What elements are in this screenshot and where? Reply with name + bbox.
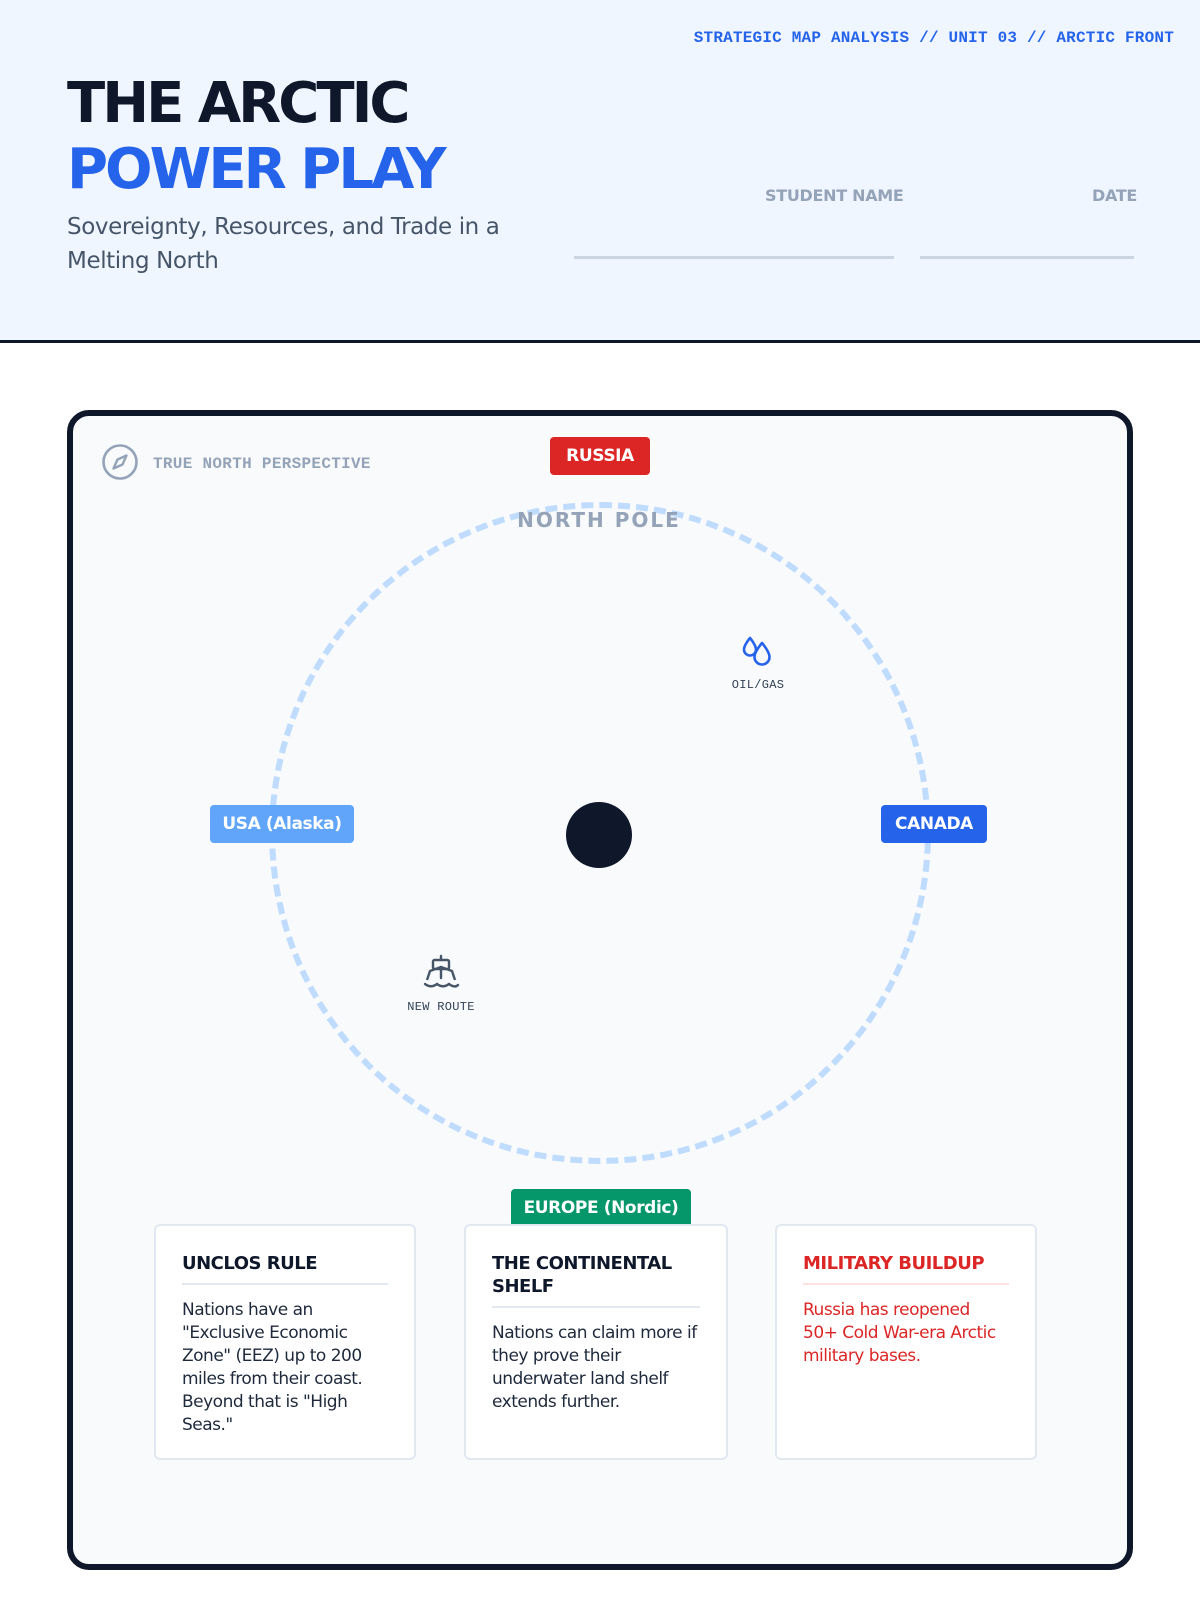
info-card-military-buildup: MILITARY BUILDUP Russia has reopened 50+…: [775, 1224, 1037, 1460]
info-card-unclos: UNCLOS RULE Nations have an "Exclusive E…: [154, 1224, 416, 1460]
nation-label-canada: CANADA: [881, 805, 987, 843]
info-card-title: UNCLOS RULE: [182, 1252, 388, 1285]
info-card-continental-shelf: THE CONTINENTAL SHELF Nations can claim …: [464, 1224, 728, 1460]
perspective-indicator: TRUE NORTH PERSPECTIVE: [101, 443, 371, 486]
perspective-label: TRUE NORTH PERSPECTIVE: [153, 455, 371, 473]
page-title-line-2: POWER PLAY: [67, 137, 447, 202]
student-name-label: STUDENT NAME: [765, 186, 904, 205]
info-card-body: Nations can claim more if they prove the…: [492, 1323, 697, 1412]
ship-icon: [421, 954, 461, 997]
oil-gas-marker: OIL/GAS: [718, 632, 798, 692]
oil-gas-label: OIL/GAS: [731, 678, 785, 692]
date-field[interactable]: [920, 256, 1134, 259]
nation-label-russia: RUSSIA: [550, 437, 650, 475]
nation-label-europe: EUROPE (Nordic): [511, 1189, 691, 1227]
student-name-field[interactable]: [574, 256, 894, 259]
new-route-marker: NEW ROUTE: [396, 954, 486, 1014]
info-card-title: MILITARY BUILDUP: [803, 1252, 1009, 1285]
arctic-map-card: TRUE NORTH PERSPECTIVE NORTH POLE RUSSIA…: [67, 410, 1133, 1570]
info-card-body: Russia has reopened 50+ Cold War-era Arc…: [803, 1300, 996, 1366]
compass-icon: [101, 443, 139, 486]
page-title-line-1: THE ARCTIC: [67, 71, 411, 136]
unit-tag: STRATEGIC MAP ANALYSIS // UNIT 03 // ARC…: [693, 29, 1174, 47]
north-pole-marker: [566, 802, 632, 868]
new-route-label: NEW ROUTE: [407, 1000, 475, 1014]
north-pole-label: NORTH POLE: [517, 508, 681, 532]
page-subtitle: Sovereignty, Resources, and Trade in a M…: [67, 214, 500, 274]
date-label: DATE: [1092, 186, 1138, 205]
worksheet-header: STRATEGIC MAP ANALYSIS // UNIT 03 // ARC…: [0, 0, 1200, 343]
oil-drops-icon: [739, 632, 777, 675]
nation-label-usa: USA (Alaska): [210, 805, 354, 843]
info-card-title: THE CONTINENTAL SHELF: [492, 1252, 700, 1308]
info-card-body: Nations have an "Exclusive Economic Zone…: [182, 1300, 363, 1435]
